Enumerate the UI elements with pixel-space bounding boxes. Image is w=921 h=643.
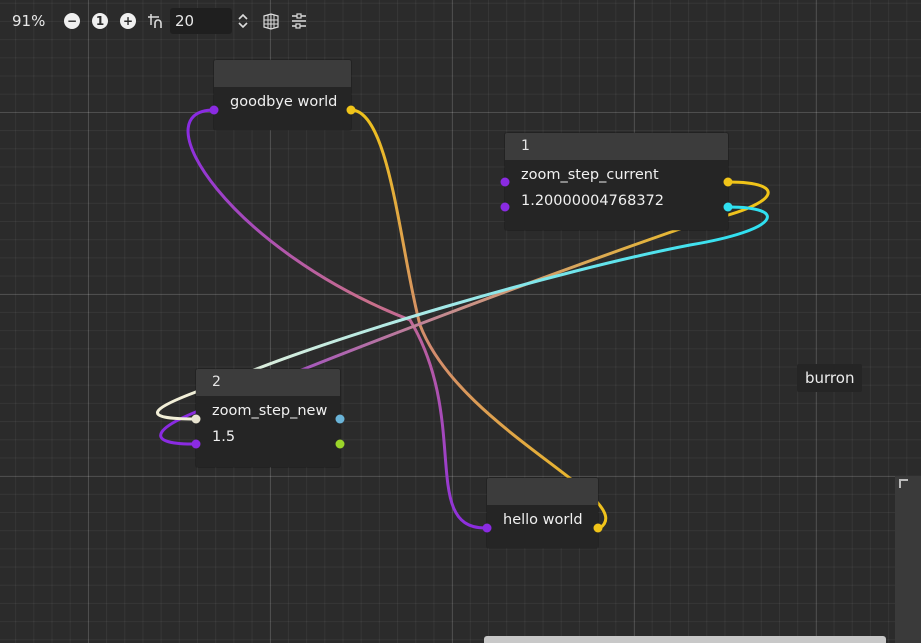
- port-hello-out[interactable]: [593, 523, 603, 533]
- grid-toggle-icon[interactable]: [262, 12, 280, 30]
- snap-grid-icon[interactable]: [146, 12, 164, 30]
- port-n1-in-0[interactable]: [500, 177, 510, 187]
- snap-step-input[interactable]: [170, 8, 232, 34]
- zoom-reset-icon[interactable]: 1: [92, 13, 108, 29]
- horizontal-scrollbar[interactable]: [484, 636, 886, 643]
- burron-button[interactable]: burron: [797, 364, 863, 392]
- port-n2-out-1[interactable]: [335, 439, 345, 449]
- minimap-icon[interactable]: [290, 12, 308, 30]
- port-n1-in-1[interactable]: [500, 202, 510, 212]
- vertical-scrollbar[interactable]: [895, 476, 921, 643]
- port-n2-in-1[interactable]: [191, 439, 201, 449]
- port-n1-out-0[interactable]: [723, 177, 733, 187]
- zoom-level: 91%: [12, 12, 46, 30]
- port-hello-in[interactable]: [482, 523, 492, 533]
- port-goodbye-in[interactable]: [209, 105, 219, 115]
- port-goodbye-out[interactable]: [346, 105, 356, 115]
- corner-icon: [899, 479, 908, 488]
- port-n2-in-0[interactable]: [191, 414, 201, 424]
- zoom-out-icon[interactable]: −: [64, 13, 80, 29]
- ports-layer: [191, 105, 733, 533]
- spinner-icon[interactable]: [234, 12, 252, 30]
- port-n2-out-0[interactable]: [335, 414, 345, 424]
- port-n1-out-1[interactable]: [723, 202, 733, 212]
- zoom-in-icon[interactable]: +: [120, 13, 136, 29]
- graph-canvas[interactable]: goodbye world 1 zoom_step_current 1.2000…: [0, 0, 921, 643]
- graph-toolbar: 91% − 1 +: [0, 6, 308, 36]
